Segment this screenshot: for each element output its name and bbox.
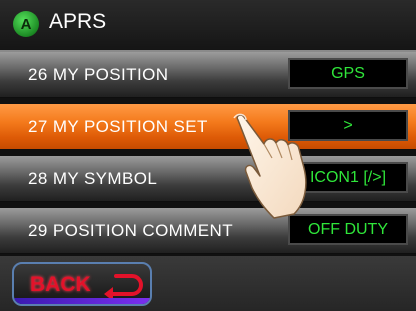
back-button-accent <box>14 298 150 304</box>
menu-item-label: 27 MY POSITION SET <box>28 117 208 136</box>
radio-screen: A APRS 26 MY POSITION GPS 27 MY POSITION… <box>0 0 416 311</box>
page-title: APRS <box>49 10 107 33</box>
menu-item-label: 29 POSITION COMMENT <box>28 221 234 240</box>
title-bar: A APRS <box>0 0 416 52</box>
back-button[interactable]: BACK <box>12 262 152 306</box>
menu-item-label: 28 MY SYMBOL <box>28 169 158 188</box>
menu-item-my-position[interactable]: 26 MY POSITION GPS <box>0 52 416 98</box>
back-button-label: BACK <box>30 273 91 296</box>
aprs-app-icon: A <box>13 11 39 37</box>
menu-item-label: 26 MY POSITION <box>28 65 169 84</box>
menu-item-position-comment[interactable]: 29 POSITION COMMENT OFF DUTY <box>0 208 416 254</box>
tapping-hand-icon <box>233 113 307 219</box>
menu-item-my-position-set[interactable]: 27 MY POSITION SET > <box>0 104 416 150</box>
menu-item-my-symbol[interactable]: 28 MY SYMBOL ICON1 [/>] <box>0 156 416 202</box>
menu-item-value[interactable]: GPS <box>288 58 408 89</box>
